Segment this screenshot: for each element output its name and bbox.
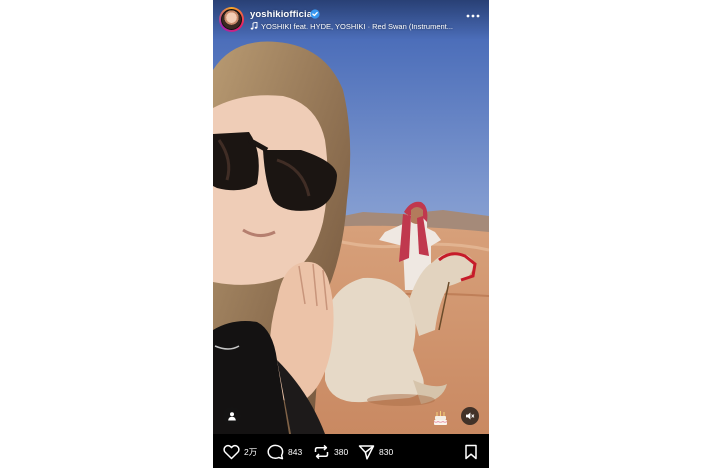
- music-track-label: YOSHIKI feat. HYDE, YOSHIKI · Red Swan (…: [261, 22, 454, 31]
- save-button[interactable]: [464, 443, 482, 461]
- more-dots-icon[interactable]: [466, 13, 480, 19]
- share-count: 830: [379, 447, 394, 457]
- share-button[interactable]: 830: [358, 443, 393, 461]
- action-bar: 2万 843 380 830: [213, 434, 489, 468]
- speaker-muted-icon: [466, 412, 475, 420]
- heart-icon: [223, 444, 240, 460]
- post-header: yoshikiofficial YOSHIKI feat. HYDE, YOSH…: [213, 0, 489, 40]
- verified-badge-icon: [310, 9, 320, 19]
- send-icon: [358, 445, 375, 460]
- comment-count: 843: [288, 447, 303, 457]
- mute-toggle-button[interactable]: [461, 407, 479, 425]
- like-count: 2万: [244, 447, 258, 457]
- comment-button[interactable]: 843: [267, 443, 302, 461]
- avatar-image: [221, 9, 242, 30]
- birthday-cake-icon: [433, 411, 448, 425]
- profile-avatar[interactable]: [219, 7, 244, 32]
- reel-viewer: yoshikiofficial YOSHIKI feat. HYDE, YOSH…: [213, 0, 489, 468]
- like-button[interactable]: 2万: [223, 443, 257, 461]
- username-link[interactable]: yoshikiofficial: [250, 9, 315, 20]
- music-note-icon: [250, 22, 258, 30]
- comment-icon: [267, 444, 284, 460]
- video-frame[interactable]: [213, 0, 489, 434]
- bookmark-icon: [465, 444, 477, 460]
- repost-icon: [314, 444, 329, 460]
- tagged-people-button[interactable]: [223, 407, 241, 425]
- repost-button[interactable]: 380: [313, 443, 348, 461]
- music-attribution[interactable]: YOSHIKI feat. HYDE, YOSHIKI · Red Swan (…: [250, 22, 455, 31]
- person-icon: [228, 412, 236, 421]
- repost-count: 380: [334, 447, 349, 457]
